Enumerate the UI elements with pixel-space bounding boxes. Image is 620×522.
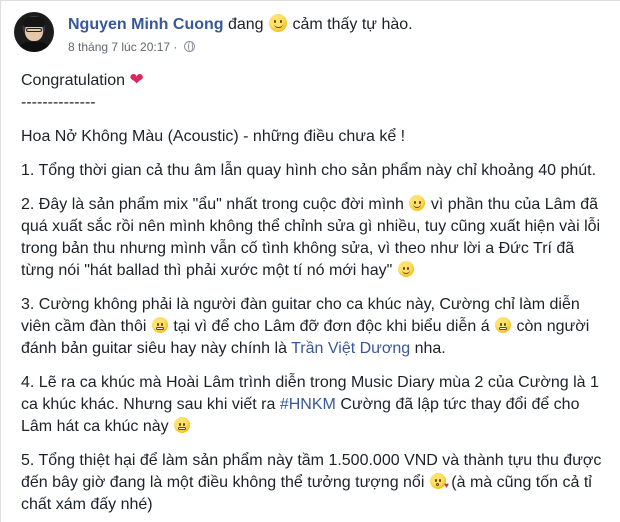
post-title: Hoa Nở Không Màu (Acoustic) - những điều… <box>21 128 406 145</box>
paragraph-4: 4. Lẽ ra ca khúc mà Hoài Lâm trình diễn … <box>21 372 610 438</box>
feeling-prefix: đang <box>227 16 264 33</box>
paragraph-3-part-d: nha. <box>414 340 446 357</box>
timestamp[interactable]: 8 tháng 7 lúc 20:17 · <box>68 40 177 54</box>
grimacing-icon <box>174 417 191 433</box>
post-meta: 8 tháng 7 lúc 20:17 · <box>68 39 195 55</box>
smiling-face-icon <box>269 14 288 32</box>
smirk-icon <box>409 195 426 211</box>
heart-icon: ❤ <box>129 70 144 89</box>
congrats-line: Congratulation ❤ <box>21 69 610 92</box>
smiling-face-with-hearts-icon: ♥ <box>429 473 449 490</box>
smirk-icon <box>397 261 414 277</box>
paragraph-1: 1. Tổng thời gian cả thu âm lẫn quay hìn… <box>21 162 597 179</box>
mention-link[interactable]: Trần Việt Dương <box>291 340 410 357</box>
grimacing-icon <box>495 317 512 333</box>
paragraph-2-part-a: 2. Đây là sản phẩm mix "ẩu" nhất trong c… <box>21 196 404 213</box>
post-body: Congratulation ❤ -------------- Hoa Nở K… <box>21 69 610 516</box>
paragraph-3: 3. Cường không phải là người đàn guitar … <box>21 294 610 360</box>
paragraph-2: 2. Đây là sản phẩm mix "ẩu" nhất trong c… <box>21 194 610 282</box>
congrats-text: Congratulation <box>21 72 126 89</box>
author-name[interactable]: Nguyen Minh Cuong <box>68 16 224 33</box>
paragraph-5: 5. Tổng thiệt hại để làm sản phẩm này tầ… <box>21 450 610 516</box>
facebook-post-card: Nguyen Minh Cuong đang cảm thấy tự hào. … <box>0 0 620 522</box>
divider-line: -------------- <box>21 94 96 111</box>
avatar[interactable] <box>14 12 54 52</box>
paragraph-3-part-b: tại vì để cho Lâm đỡ đơn độc khi biểu di… <box>173 318 490 335</box>
globe-icon[interactable] <box>183 41 195 52</box>
grimacing-icon <box>151 317 168 333</box>
post-header: Nguyen Minh Cuong đang cảm thấy tự hào. <box>68 14 413 35</box>
hashtag-link[interactable]: #HNKM <box>280 396 336 413</box>
feeling-text[interactable]: cảm thấy tự hào. <box>292 16 412 33</box>
